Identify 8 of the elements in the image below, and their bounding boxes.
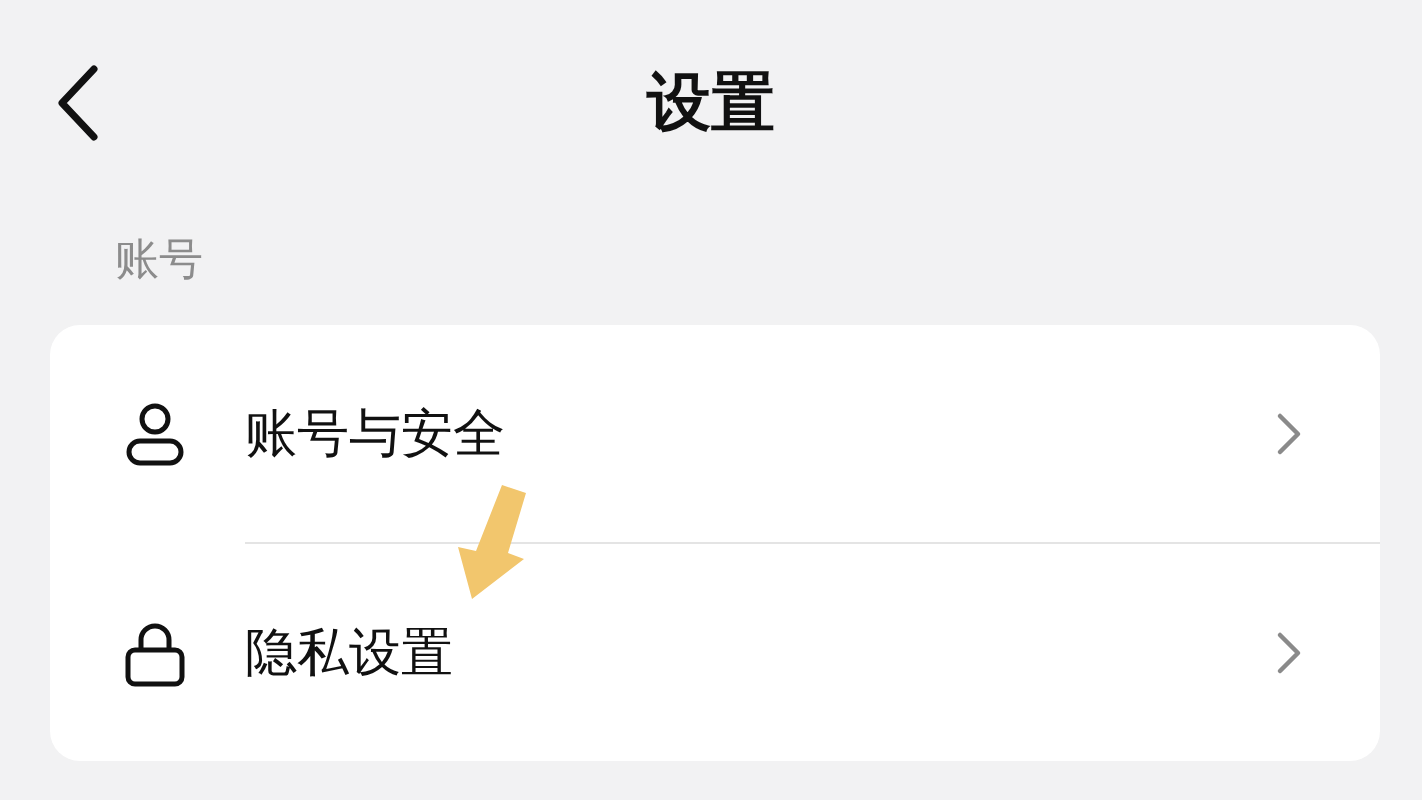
- page-title: 设置: [645, 64, 776, 141]
- chevron-icon: [1276, 630, 1302, 675]
- section-label: 账号: [115, 233, 203, 285]
- back-icon: [56, 64, 100, 141]
- chevron-icon: [1276, 411, 1302, 456]
- settings-row[interactable]: 账号与安全: [50, 325, 1380, 542]
- settings-row[interactable]: 隐私设置: [50, 544, 1380, 761]
- back-button[interactable]: [56, 64, 100, 141]
